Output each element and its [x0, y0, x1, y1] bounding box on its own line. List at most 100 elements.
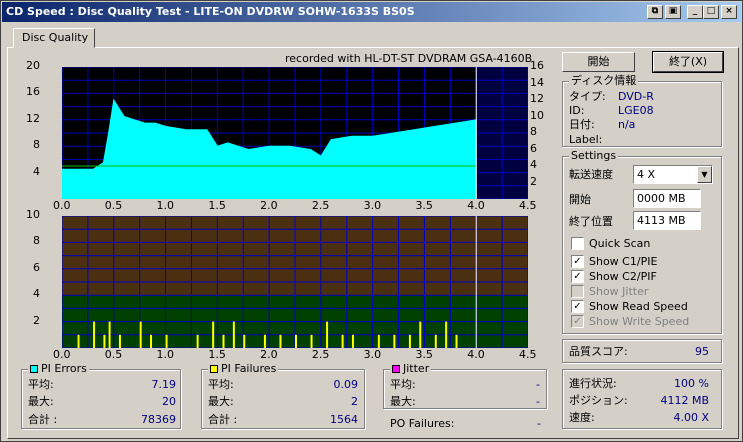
- y-tick-label: 6: [33, 260, 40, 274]
- save-icon[interactable]: ▣: [665, 5, 681, 19]
- x-tick-label: 3.0: [363, 199, 382, 212]
- pi-failure-bar: [310, 334, 313, 348]
- po-failures-label: PO Failures:: [390, 417, 455, 430]
- y-left-tick-label: 20: [26, 59, 40, 72]
- type-value: DVD-R: [618, 90, 654, 103]
- y-right-tick-label: 2: [530, 174, 537, 188]
- pi-failures-group: PI Failures 平均: 0.09 最大: 2 合計 : 1564: [201, 363, 365, 429]
- pi-errors-avg-label: 平均:: [28, 378, 54, 391]
- speed-label: 転送速度: [569, 168, 613, 181]
- y-tick-label: 2: [33, 313, 40, 327]
- pi-failure-bar: [419, 321, 422, 348]
- end-label: 終了位置: [569, 215, 613, 228]
- settings-group: Settings 転送速度 4 X ▼ 開始 0000 MB 終了位置 4113…: [562, 150, 722, 334]
- pi-errors-chart: [62, 67, 528, 199]
- quick-scan-label: Quick Scan: [589, 237, 651, 250]
- show-jitter-label: Show Jitter: [589, 285, 649, 298]
- pi-failure-bar: [279, 334, 282, 348]
- pi-failures-avg-label: 平均:: [208, 378, 234, 391]
- show-c1-label: Show C1/PIE: [589, 255, 658, 268]
- show-c2-label: Show C2/PIF: [589, 270, 657, 283]
- tab-disc-quality[interactable]: Disc Quality: [13, 28, 95, 48]
- pi-failure-bar: [455, 334, 458, 348]
- speed-select[interactable]: 4 X ▼: [633, 165, 713, 184]
- jitter-title: Jitter: [390, 363, 432, 375]
- x-tick-label: 2.0: [260, 199, 278, 212]
- pi-failures-total-label: 合計 :: [208, 413, 238, 426]
- jitter-avg-value: -: [536, 378, 540, 391]
- show-read-checkbox[interactable]: ✓: [571, 300, 584, 313]
- x-tick-label: 2.5: [311, 348, 330, 361]
- y-right-tick-label: 16: [530, 59, 544, 72]
- close-button[interactable]: ×: [721, 5, 737, 19]
- position-label: ポジション:: [569, 394, 628, 407]
- date-value: n/a: [618, 118, 636, 131]
- label-label: Label:: [569, 133, 603, 146]
- window-title: CD Speed : Disc Quality Test - LITE-ON D…: [6, 5, 415, 18]
- pi-errors-color-swatch: [30, 365, 38, 373]
- pi-errors-total-value: 78369: [141, 413, 176, 426]
- y-left-tick-label: 8: [33, 138, 40, 152]
- start-button[interactable]: 開始: [562, 52, 635, 72]
- maximize-button[interactable]: □: [703, 5, 719, 19]
- pi-failure-bar: [232, 321, 235, 348]
- pi-errors-title: PI Errors: [28, 363, 89, 375]
- x-tick-label: 3.5: [415, 199, 433, 212]
- y-right-tick-label: 8: [530, 125, 537, 138]
- pi-errors-max-value: 20: [162, 395, 176, 408]
- progress-group: 進行状況: 100 % ポジション: 4112 MB 速度: 4.00 X: [562, 369, 722, 429]
- pi-failure-bar: [108, 321, 111, 348]
- id-label: ID:: [569, 104, 585, 117]
- recorded-with-label: recorded with HL-DT-ST DVDRAM GSA-4160B: [285, 52, 533, 65]
- x-tick-label: 0.0: [53, 199, 71, 212]
- x-tick-label: 4.5: [519, 348, 537, 361]
- pi-failure-bar: [434, 334, 437, 348]
- x-tick-label: 4.0: [467, 199, 485, 212]
- x-tick-label: 1.5: [208, 199, 226, 212]
- jitter-group: Jitter 平均: - 最大: -: [383, 363, 547, 409]
- show-read-label: Show Read Speed: [589, 300, 688, 313]
- type-label: タイプ:: [569, 90, 606, 103]
- y-tick-label: 8: [33, 234, 40, 248]
- start-input[interactable]: 0000 MB: [633, 189, 701, 208]
- pi-failure-bar: [118, 334, 121, 348]
- y-right-tick-label: 12: [530, 92, 544, 105]
- x-tick-label: 0.5: [104, 348, 123, 361]
- show-write-checkbox: ✓: [571, 315, 584, 328]
- y-right-tick-label: 10: [530, 108, 544, 122]
- start-label: 開始: [569, 193, 591, 206]
- pi-failures-chart: [62, 216, 528, 348]
- quality-score-value: 95: [695, 345, 709, 358]
- y-right-tick-label: 6: [530, 141, 537, 155]
- pi-failure-bar: [263, 334, 266, 348]
- pi-failure-bar: [150, 334, 153, 348]
- copy-icon[interactable]: ⧉: [647, 5, 663, 19]
- exit-button[interactable]: 終了(X): [652, 51, 724, 73]
- quick-scan-checkbox[interactable]: [571, 237, 584, 250]
- x-tick-label: 0.5: [104, 199, 123, 212]
- id-value: LGE08: [618, 104, 654, 117]
- jitter-max-label: 最大:: [390, 395, 416, 408]
- y-left-tick-label: 16: [26, 85, 40, 99]
- pi-failure-bar: [77, 334, 80, 348]
- pi-failure-bar: [377, 334, 380, 348]
- disc-info-title: ディスク情報: [569, 74, 639, 87]
- pi-failures-total-value: 1564: [330, 413, 358, 426]
- show-c2-checkbox[interactable]: ✓: [571, 270, 584, 283]
- y-left-tick-label: 4: [33, 164, 40, 178]
- po-failures-value: -: [537, 417, 541, 430]
- y-tick-label: 10: [26, 208, 40, 221]
- pi-failure-bar: [103, 334, 106, 348]
- x-tick-label: 1.5: [208, 348, 226, 361]
- pi-failure-bar: [445, 321, 448, 348]
- chevron-down-icon[interactable]: ▼: [697, 166, 712, 183]
- quality-score-group: 品質スコア: 95: [562, 339, 722, 363]
- pi-failures-max-value: 2: [351, 395, 358, 408]
- pi-errors-total-label: 合計 :: [28, 413, 58, 426]
- minimize-button[interactable]: _: [687, 5, 703, 19]
- pi-failure-bar: [351, 334, 354, 348]
- end-input[interactable]: 4113 MB: [633, 211, 701, 230]
- show-c1-checkbox[interactable]: ✓: [571, 255, 584, 268]
- pi-errors-group: PI Errors 平均: 7.19 最大: 20 合計 : 78369: [21, 363, 181, 429]
- pi-failure-bar: [212, 321, 215, 348]
